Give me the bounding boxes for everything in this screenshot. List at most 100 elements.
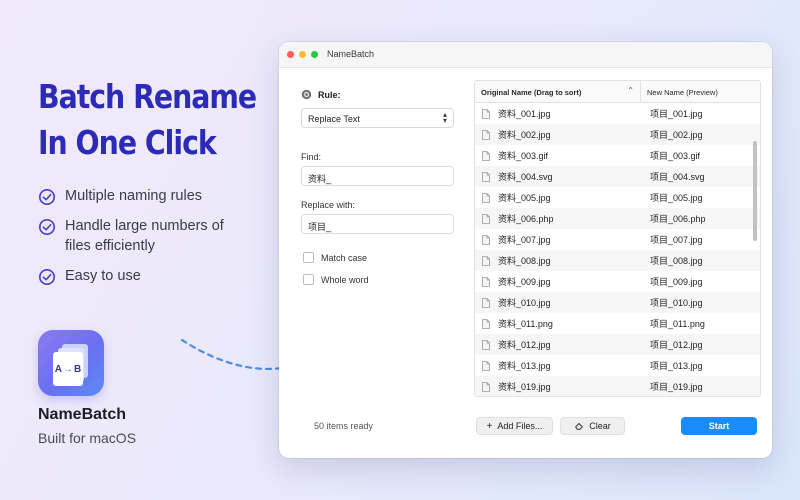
table-header: Original Name (Drag to sort) ⌃ New Name … xyxy=(475,81,760,103)
file-icon xyxy=(482,108,490,119)
table-row[interactable]: 资料_012.jpg 项目_012.jpg xyxy=(475,334,760,355)
original-name-cell: 资料_008.jpg xyxy=(475,254,641,267)
start-button[interactable]: Start xyxy=(681,417,757,435)
check-circle-icon xyxy=(38,188,56,206)
sort-ascending-icon: ⌃ xyxy=(627,86,634,95)
original-name-cell: 资料_010.jpg xyxy=(475,296,641,309)
original-name-text: 资料_007.jpg xyxy=(498,235,551,245)
app-subtitle: Built for macOS xyxy=(38,430,137,446)
table-row[interactable]: 资料_010.jpg 项目_010.jpg xyxy=(475,292,760,313)
table-row[interactable]: 资料_005.jpg 项目_005.jpg xyxy=(475,187,760,208)
original-name-text: 资料_010.jpg xyxy=(498,298,551,308)
feature-item: Multiple naming rules xyxy=(38,186,225,206)
table-row[interactable]: 资料_011.png 项目_011.png xyxy=(475,313,760,334)
promo-headline: Batch Rename In One Click xyxy=(38,74,257,166)
original-name-cell: 资料_006.php xyxy=(475,212,641,225)
eraser-icon xyxy=(575,423,584,430)
table-body: 资料_001.jpg 项目_001.jpg 资料_002.jpg 项目_002.jpg… xyxy=(475,103,760,396)
new-name-cell: 项目_011.png xyxy=(650,319,705,329)
rule-label-text: Rule: xyxy=(318,89,341,100)
column-header-new[interactable]: New Name (Preview) xyxy=(641,81,751,102)
table-row[interactable]: 资料_008.jpg 项目_008.jpg xyxy=(475,250,760,271)
original-name-text: 资料_006.php xyxy=(498,214,554,224)
replace-input[interactable]: 项目_ xyxy=(301,214,454,234)
original-name-cell: 资料_004.svg xyxy=(475,170,641,183)
original-name-cell: 资料_002.jpg xyxy=(475,128,641,141)
new-name-cell: 项目_002.jpg xyxy=(650,130,703,140)
table-row[interactable]: 资料_006.php 项目_006.php xyxy=(475,208,760,229)
close-window-button[interactable] xyxy=(287,51,294,58)
table-row[interactable]: 资料_013.jpg 项目_013.jpg xyxy=(475,355,760,376)
new-name-cell: 项目_009.jpg xyxy=(650,277,703,287)
original-name-cell: 资料_005.jpg xyxy=(475,191,641,204)
file-icon xyxy=(482,234,490,245)
table-row[interactable]: 资料_003.gif 项目_003.gif xyxy=(475,145,760,166)
feature-text: Handle large numbers of files efficientl… xyxy=(65,218,224,254)
original-name-cell: 资料_009.jpg xyxy=(475,275,641,288)
headline-line-2: In One Click xyxy=(38,123,217,162)
original-name-cell: 资料_013.jpg xyxy=(475,359,641,372)
file-icon xyxy=(482,360,490,371)
column-header-original[interactable]: Original Name (Drag to sort) ⌃ xyxy=(475,81,641,102)
add-files-button[interactable]: + Add Files... xyxy=(476,417,553,435)
icon-letter-from: A xyxy=(54,363,62,375)
file-icon xyxy=(482,171,490,182)
table-row[interactable]: 资料_002.jpg 项目_002.jpg xyxy=(475,124,760,145)
new-name-cell: 项目_004.svg xyxy=(650,172,705,182)
file-icon xyxy=(482,255,490,266)
table-row[interactable]: 资料_019.jpg 项目_019.jpg xyxy=(475,376,760,396)
title-bar: NameBatch xyxy=(279,42,772,68)
clear-button[interactable]: Clear xyxy=(560,417,625,435)
original-name-text: 资料_013.jpg xyxy=(498,361,551,371)
find-label: Find: xyxy=(301,152,322,162)
original-name-text: 资料_004.svg xyxy=(498,172,553,182)
file-icon xyxy=(482,276,490,287)
table-scrollbar[interactable] xyxy=(753,141,757,241)
file-icon xyxy=(482,381,490,392)
new-name-cell: 项目_008.jpg xyxy=(650,256,703,266)
file-icon xyxy=(482,339,490,350)
icon-letter-to: B xyxy=(74,363,82,375)
file-icon xyxy=(482,129,490,140)
clear-label: Clear xyxy=(589,421,611,431)
original-name-text: 资料_001.jpg xyxy=(498,109,551,119)
find-input[interactable]: 资料_ xyxy=(301,166,454,186)
app-icon: A → B xyxy=(38,330,104,396)
feature-item: Easy to use xyxy=(38,266,225,286)
new-name-cell: 项目_010.jpg xyxy=(650,298,703,308)
new-name-cell: 项目_005.jpg xyxy=(650,193,703,203)
minimize-window-button[interactable] xyxy=(299,51,306,58)
feature-text: Easy to use xyxy=(65,268,141,284)
rule-label: Rule: xyxy=(301,89,341,100)
original-name-text: 资料_012.jpg xyxy=(498,340,551,350)
file-icon xyxy=(482,192,490,203)
rule-select[interactable]: Replace Text ▴ ▾ xyxy=(301,108,454,128)
app-window: NameBatch Rule: Replace Text ▴ ▾ Find: 资料… xyxy=(279,42,772,458)
table-row[interactable]: 资料_007.jpg 项目_007.jpg xyxy=(475,229,760,250)
new-name-cell: 项目_006.php xyxy=(650,214,706,224)
feature-list: Multiple naming rules Handle large numbe… xyxy=(38,186,225,296)
match-case-option[interactable]: Match case xyxy=(303,252,367,263)
original-name-text: 资料_003.gif xyxy=(498,151,549,161)
zoom-window-button[interactable] xyxy=(311,51,318,58)
rule-select-value: Replace Text xyxy=(308,114,360,124)
table-row[interactable]: 资料_004.svg 项目_004.svg xyxy=(475,166,760,187)
original-name-cell: 资料_007.jpg xyxy=(475,233,641,246)
column-header-original-label: Original Name (Drag to sort) xyxy=(481,88,582,97)
whole-word-option[interactable]: Whole word xyxy=(303,274,369,285)
gear-icon xyxy=(301,89,312,100)
match-case-checkbox[interactable] xyxy=(303,252,314,263)
original-name-cell: 资料_012.jpg xyxy=(475,338,641,351)
app-name: NameBatch xyxy=(38,406,127,423)
feature-text: Multiple naming rules xyxy=(65,188,203,204)
chevron-updown-icon: ▴ ▾ xyxy=(442,110,447,125)
new-name-cell: 项目_003.gif xyxy=(650,151,701,161)
table-row[interactable]: 资料_009.jpg 项目_009.jpg xyxy=(475,271,760,292)
original-name-text: 资料_002.jpg xyxy=(498,130,551,140)
whole-word-checkbox[interactable] xyxy=(303,274,314,285)
table-row[interactable]: 资料_001.jpg 项目_001.jpg xyxy=(475,103,760,124)
new-name-cell: 项目_012.jpg xyxy=(650,340,703,350)
file-icon xyxy=(482,318,490,329)
status-text: 50 items ready xyxy=(314,421,374,431)
replace-label: Replace with: xyxy=(301,200,356,210)
